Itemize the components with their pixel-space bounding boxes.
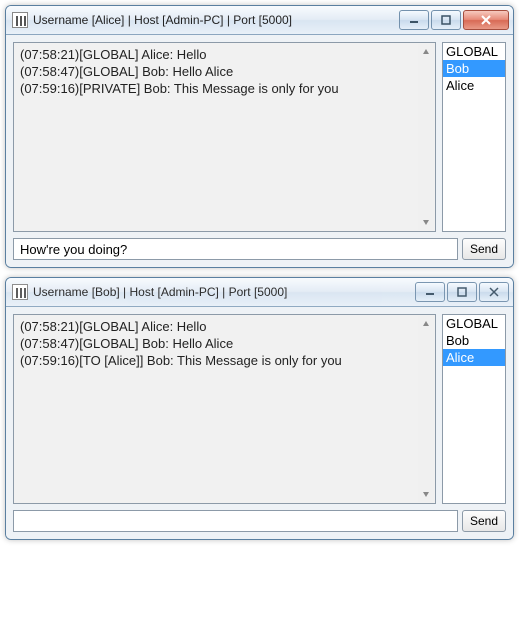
scroll-up-icon[interactable] [418,316,434,332]
chat-message: (07:58:21)[GLOBAL] Alice: Hello [20,46,417,63]
minimize-icon [425,287,435,297]
scroll-down-icon[interactable] [418,214,434,230]
chat-log[interactable]: (07:58:21)[GLOBAL] Alice: Hello (07:58:4… [13,42,436,232]
scroll-down-icon[interactable] [418,486,434,502]
scrollbar[interactable] [418,44,434,230]
window-controls [399,10,509,30]
user-list-item-alice[interactable]: Alice [443,77,505,94]
close-icon [480,15,492,25]
message-input[interactable] [13,510,458,532]
maximize-button[interactable] [447,282,477,302]
minimize-button[interactable] [415,282,445,302]
chat-message: (07:58:47)[GLOBAL] Bob: Hello Alice [20,63,417,80]
user-list-item-alice[interactable]: Alice [443,349,505,366]
user-list-item-bob[interactable]: Bob [443,332,505,349]
close-icon [489,287,499,297]
scroll-up-icon[interactable] [418,44,434,60]
message-input[interactable] [13,238,458,260]
client-area: (07:58:21)[GLOBAL] Alice: Hello (07:58:4… [6,35,513,267]
window-controls [415,282,509,302]
chat-message: (07:58:47)[GLOBAL] Bob: Hello Alice [20,335,417,352]
chat-window-alice: Username [Alice] | Host [Admin-PC] | Por… [5,5,514,268]
titlebar[interactable]: Username [Alice] | Host [Admin-PC] | Por… [6,6,513,35]
minimize-button[interactable] [399,10,429,30]
user-list-item-global[interactable]: GLOBAL [443,315,505,332]
maximize-icon [441,15,451,25]
app-icon [12,284,28,300]
user-list[interactable]: GLOBAL Bob Alice [442,42,506,232]
chat-message: (07:58:21)[GLOBAL] Alice: Hello [20,318,417,335]
chat-message: (07:59:16)[TO [Alice]] Bob: This Message… [20,352,417,369]
user-list-item-global[interactable]: GLOBAL [443,43,505,60]
close-button[interactable] [479,282,509,302]
app-icon [12,12,28,28]
client-area: (07:58:21)[GLOBAL] Alice: Hello (07:58:4… [6,307,513,539]
close-button[interactable] [463,10,509,30]
window-title: Username [Alice] | Host [Admin-PC] | Por… [33,13,399,27]
window-title: Username [Bob] | Host [Admin-PC] | Port … [33,285,415,299]
maximize-icon [457,287,467,297]
scrollbar[interactable] [418,316,434,502]
maximize-button[interactable] [431,10,461,30]
send-button[interactable]: Send [462,510,506,532]
user-list-item-bob[interactable]: Bob [443,60,505,77]
minimize-icon [409,15,419,25]
chat-message: (07:59:16)[PRIVATE] Bob: This Message is… [20,80,417,97]
titlebar[interactable]: Username [Bob] | Host [Admin-PC] | Port … [6,278,513,307]
user-list[interactable]: GLOBAL Bob Alice [442,314,506,504]
chat-log[interactable]: (07:58:21)[GLOBAL] Alice: Hello (07:58:4… [13,314,436,504]
chat-window-bob: Username [Bob] | Host [Admin-PC] | Port … [5,277,514,540]
send-button[interactable]: Send [462,238,506,260]
